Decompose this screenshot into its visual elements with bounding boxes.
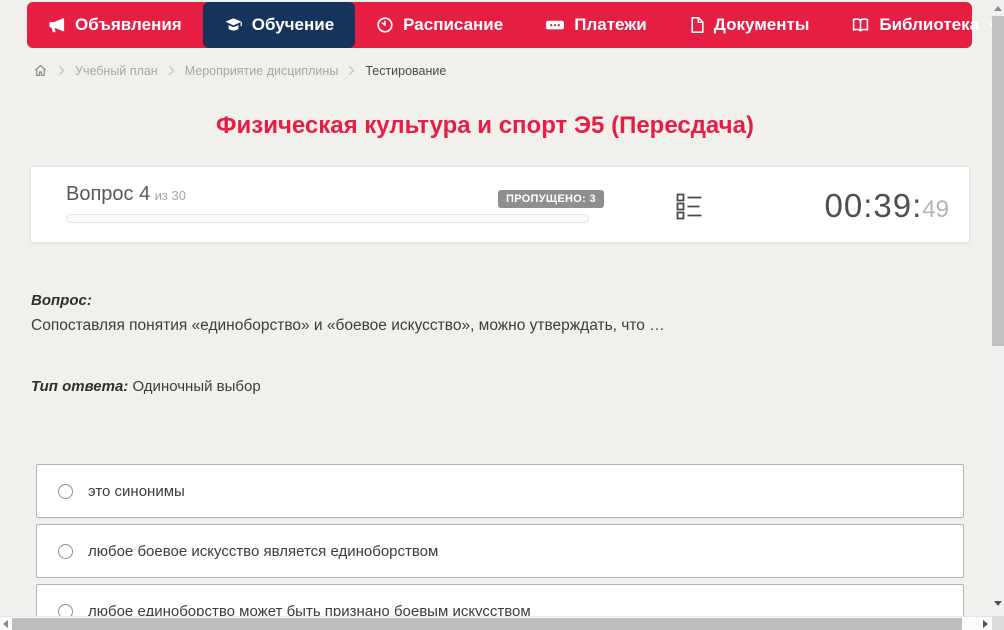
question-number: Вопрос 4: [66, 183, 151, 205]
top-navigation: Объявления Обучение Расписание Платежи Д…: [27, 2, 999, 48]
question-progress-bar: [66, 214, 589, 223]
nav-item-documents[interactable]: Документы: [668, 2, 831, 48]
horizontal-scrollbar-thumb[interactable]: [12, 618, 962, 630]
page-title: Физическая культура и спорт Э5 (Пересдач…: [216, 112, 754, 139]
answer-option-label: это синонимы: [88, 482, 185, 500]
breadcrumb-separator-icon: [348, 65, 355, 76]
scrollbar-corner: [992, 616, 1004, 630]
megaphone-icon: [48, 16, 66, 34]
document-icon: [689, 16, 705, 34]
breadcrumb-item-testing: Тестирование: [365, 63, 447, 78]
breadcrumb-item-curriculum[interactable]: Учебный план: [75, 64, 158, 78]
timer: 00:39:49: [825, 187, 949, 225]
nav-item-label: Обучение: [251, 15, 335, 34]
breadcrumb-item-discipline-event[interactable]: Мероприятие дисциплины: [185, 64, 339, 78]
answer-option-1[interactable]: это синонимы: [36, 464, 964, 518]
answer-option-label: любое боевое искусство является единобор…: [88, 542, 439, 560]
nav-item-learning[interactable]: Обучение: [202, 2, 356, 48]
quiz-page: Объявления Обучение Расписание Платежи Д…: [0, 0, 1004, 630]
question-total: из 30: [154, 188, 186, 203]
book-icon: [851, 16, 870, 34]
breadcrumb-separator-icon: [58, 65, 65, 76]
scroll-down-icon[interactable]: [994, 601, 1002, 606]
timer-minutes: 00:39:: [824, 187, 923, 224]
skipped-badge: ПРОПУЩЕНО: 3: [498, 190, 604, 208]
scroll-right-icon[interactable]: [983, 620, 988, 628]
breadcrumb: Учебный план Мероприятие дисциплины Тест…: [33, 63, 446, 78]
answer-type-value: Одиночный выбор: [132, 378, 261, 395]
nav-item-payments[interactable]: Платежи: [524, 2, 668, 48]
answer-option-2[interactable]: любое боевое искусство является единобор…: [36, 524, 964, 578]
question-counter: Вопрос 4 из 30: [66, 183, 186, 206]
answer-type: Тип ответа: Одиночный выбор: [31, 378, 261, 395]
scroll-left-icon[interactable]: [3, 620, 8, 628]
nav-item-announcements[interactable]: Объявления: [27, 2, 203, 48]
scroll-up-icon[interactable]: [994, 6, 1002, 11]
nav-item-schedule[interactable]: Расписание: [355, 2, 524, 48]
clock-icon: [376, 16, 394, 34]
nav-item-label: Библиотека: [879, 15, 980, 34]
question-label: Вопрос:: [31, 292, 92, 309]
radio-button[interactable]: [58, 483, 73, 499]
nav-item-label: Расписание: [403, 15, 504, 34]
vertical-scrollbar-thumb[interactable]: [992, 16, 1004, 346]
answer-options: это синонимы любое боевое искусство явля…: [36, 464, 964, 630]
question-list-icon[interactable]: [675, 191, 705, 221]
nav-item-label: Объявления: [75, 15, 182, 34]
answer-type-label: Тип ответа:: [31, 378, 129, 395]
horizontal-scrollbar[interactable]: [0, 616, 1004, 630]
timer-seconds: 49: [922, 196, 949, 223]
nav-item-label: Платежи: [574, 15, 647, 34]
nav-item-library[interactable]: Библиотека: [830, 2, 1004, 48]
question-text: Сопоставляя понятия «единоборство» и «бо…: [31, 317, 665, 334]
graduation-cap-icon: [224, 16, 243, 34]
home-icon[interactable]: [33, 63, 48, 78]
nav-item-label: Документы: [713, 15, 810, 34]
vertical-scrollbar[interactable]: [992, 0, 1004, 616]
breadcrumb-separator-icon: [168, 65, 175, 76]
radio-button[interactable]: [58, 543, 73, 559]
banknote-icon: [545, 16, 565, 34]
question-header-card: Вопрос 4 из 30 ПРОПУЩЕНО: 3 00:39:49: [30, 166, 970, 243]
